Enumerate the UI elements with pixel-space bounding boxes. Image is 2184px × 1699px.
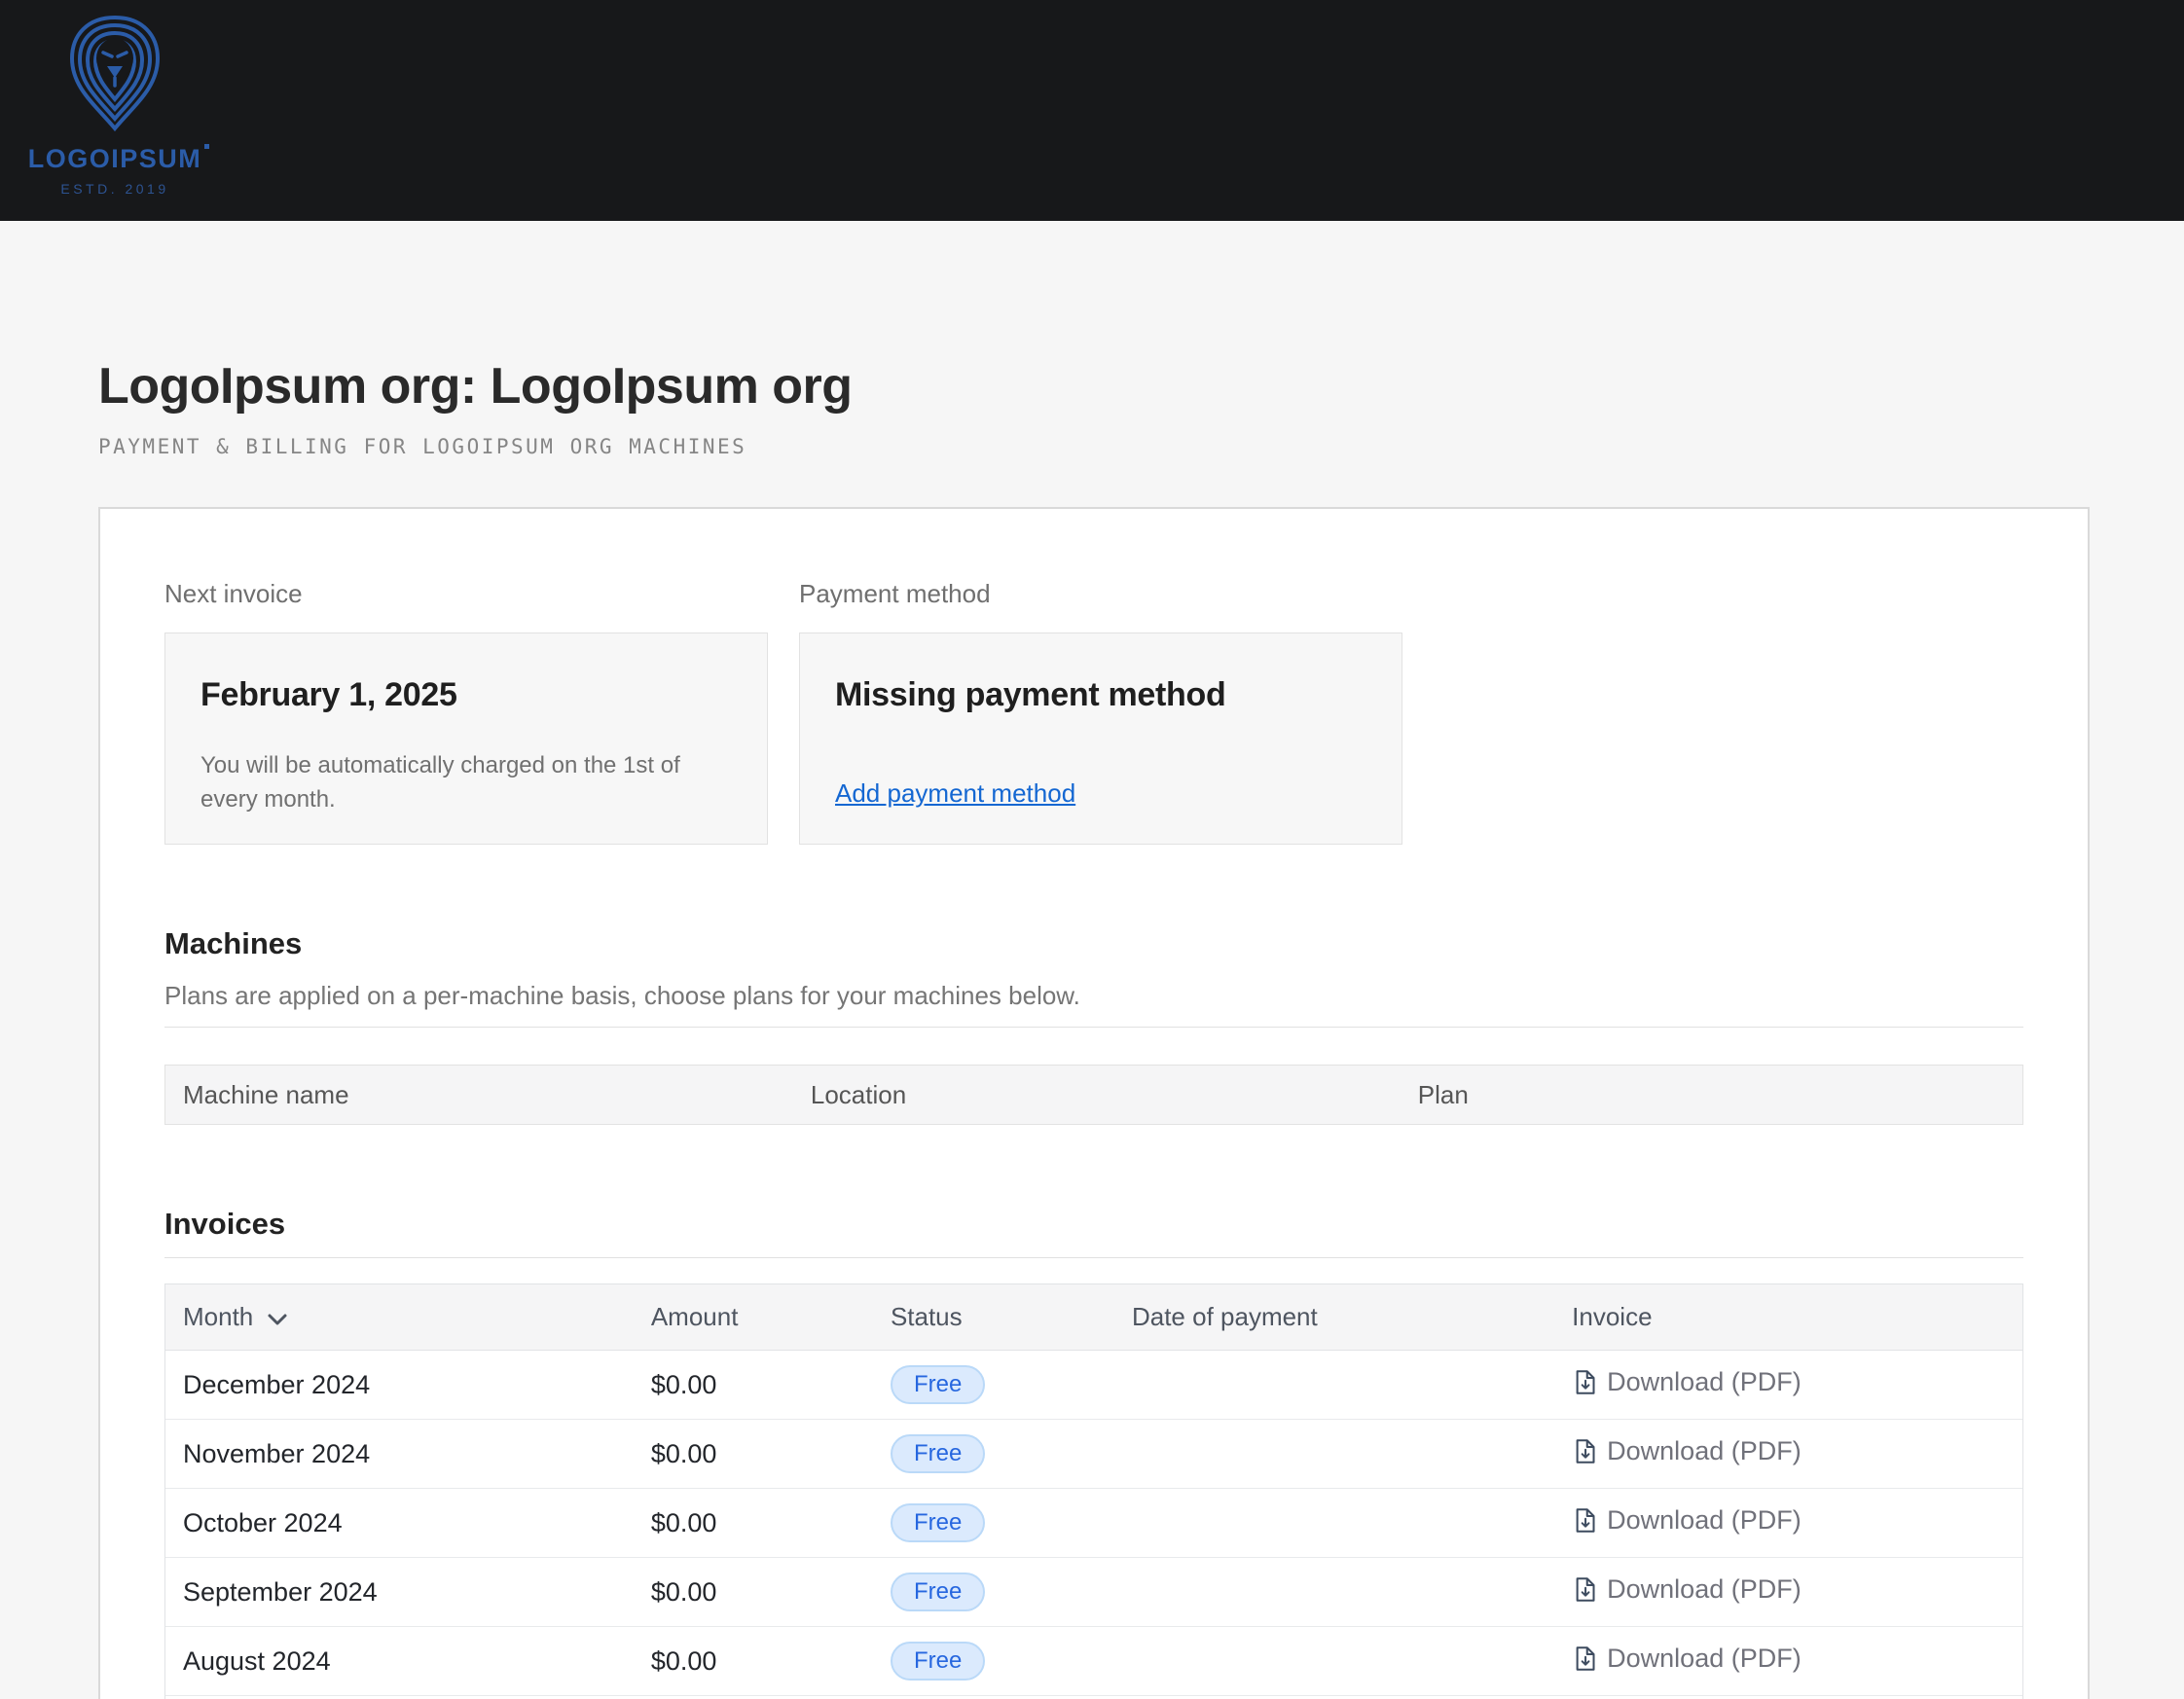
invoice-table-row: October 2024 $0.00 Free Download (PDF) <box>165 1489 2022 1558</box>
invoice-amount-cell: $0.00 <box>634 1508 873 1538</box>
invoice-download-cell: Download (PDF) <box>1554 1644 2022 1679</box>
download-pdf-link[interactable]: Download (PDF) <box>1572 1436 1802 1466</box>
add-payment-method-link[interactable]: Add payment method <box>835 778 1075 809</box>
invoice-month-cell: November 2024 <box>165 1439 634 1469</box>
invoices-column-date: Date of payment <box>1114 1302 1554 1332</box>
free-status-badge: Free <box>891 1642 985 1681</box>
machines-heading: Machines <box>164 926 2023 961</box>
machines-column-plan: Plan <box>1401 1080 2022 1110</box>
free-status-badge: Free <box>891 1365 985 1404</box>
machines-description: Plans are applied on a per-machine basis… <box>164 981 2023 1011</box>
free-status-badge: Free <box>891 1503 985 1542</box>
next-invoice-note: You will be automatically charged on the… <box>200 749 707 817</box>
invoices-table: Month Amount Status Date of payment Invo… <box>164 1283 2023 1699</box>
invoice-download-cell: Download (PDF) <box>1554 1367 2022 1402</box>
invoice-month-cell: September 2024 <box>165 1577 634 1608</box>
divider <box>164 1257 2023 1258</box>
invoice-amount-cell: $0.00 <box>634 1646 873 1677</box>
billing-card: Next invoice February 1, 2025 You will b… <box>98 507 2090 1699</box>
machines-table-header: Machine name Location Plan <box>164 1065 2023 1125</box>
download-pdf-link[interactable]: Download (PDF) <box>1572 1505 1802 1536</box>
invoice-status-cell: Free <box>873 1503 1114 1542</box>
logo-estd: ESTD. 2019 <box>27 181 202 197</box>
download-pdf-link[interactable]: Download (PDF) <box>1572 1367 1802 1397</box>
invoice-table-row: November 2024 $0.00 Free Download (PDF) <box>165 1420 2022 1489</box>
main-content: LogoIpsum org: LogoIpsum org PAYMENT & B… <box>0 221 2184 1699</box>
payment-method-card: Missing payment method Add payment metho… <box>799 633 1402 845</box>
invoice-amount-cell: $0.00 <box>634 1370 873 1400</box>
invoice-download-cell: Download (PDF) <box>1554 1505 2022 1540</box>
page-subtitle: PAYMENT & BILLING FOR LOGOIPSUM ORG MACH… <box>98 435 2090 458</box>
invoice-month-cell: August 2024 <box>165 1646 634 1677</box>
invoice-status-cell: Free <box>873 1642 1114 1681</box>
next-invoice-card: February 1, 2025 You will be automatical… <box>164 633 768 845</box>
file-download-icon <box>1572 1576 1598 1603</box>
invoice-month-cell: October 2024 <box>165 1508 634 1538</box>
file-download-icon <box>1572 1438 1598 1464</box>
logo[interactable]: LOGOIPSUM ESTD. 2019 <box>27 12 202 197</box>
file-download-icon <box>1572 1507 1598 1534</box>
invoices-column-status: Status <box>873 1302 1114 1332</box>
free-status-badge: Free <box>891 1572 985 1611</box>
invoices-column-invoice: Invoice <box>1554 1302 2022 1332</box>
file-download-icon <box>1572 1369 1598 1395</box>
invoice-table-row: August 2024 $0.00 Free Download (PDF) <box>165 1627 2022 1696</box>
next-invoice-label: Next invoice <box>164 579 768 609</box>
payment-method-section: Payment method Missing payment method Ad… <box>799 579 1402 845</box>
lion-icon <box>60 12 169 140</box>
payment-method-status: Missing payment method <box>835 676 1366 714</box>
next-invoice-date: February 1, 2025 <box>200 676 732 714</box>
invoice-status-cell: Free <box>873 1434 1114 1473</box>
invoice-table-row: September 2024 $0.00 Free Download (PDF) <box>165 1558 2022 1627</box>
invoice-rows: December 2024 $0.00 Free Download (PDF) … <box>165 1351 2022 1696</box>
download-pdf-link[interactable]: Download (PDF) <box>1572 1574 1802 1605</box>
app-header: LOGOIPSUM ESTD. 2019 <box>0 0 2184 221</box>
invoice-status-cell: Free <box>873 1365 1114 1404</box>
next-invoice-section: Next invoice February 1, 2025 You will b… <box>164 579 768 845</box>
logo-wordmark: LOGOIPSUM <box>28 144 202 174</box>
invoices-column-amount: Amount <box>634 1302 873 1332</box>
invoice-amount-cell: $0.00 <box>634 1577 873 1608</box>
invoices-table-header: Month Amount Status Date of payment Invo… <box>165 1284 2022 1351</box>
machines-column-machine-name: Machine name <box>165 1080 793 1110</box>
invoice-amount-cell: $0.00 <box>634 1439 873 1469</box>
billing-summary-row: Next invoice February 1, 2025 You will b… <box>164 579 2023 845</box>
chevron-down-icon <box>267 1313 288 1326</box>
page-title: LogoIpsum org: LogoIpsum org <box>98 357 2090 416</box>
file-download-icon <box>1572 1645 1598 1672</box>
machines-column-location: Location <box>793 1080 1401 1110</box>
payment-method-label: Payment method <box>799 579 1402 609</box>
invoice-month-cell: December 2024 <box>165 1370 634 1400</box>
free-status-badge: Free <box>891 1434 985 1473</box>
invoice-table-row: December 2024 $0.00 Free Download (PDF) <box>165 1351 2022 1420</box>
invoice-download-cell: Download (PDF) <box>1554 1574 2022 1609</box>
invoices-column-month[interactable]: Month <box>165 1302 634 1332</box>
invoice-status-cell: Free <box>873 1572 1114 1611</box>
invoice-download-cell: Download (PDF) <box>1554 1436 2022 1471</box>
download-pdf-link[interactable]: Download (PDF) <box>1572 1644 1802 1674</box>
invoices-heading: Invoices <box>164 1207 2023 1242</box>
divider <box>164 1027 2023 1028</box>
